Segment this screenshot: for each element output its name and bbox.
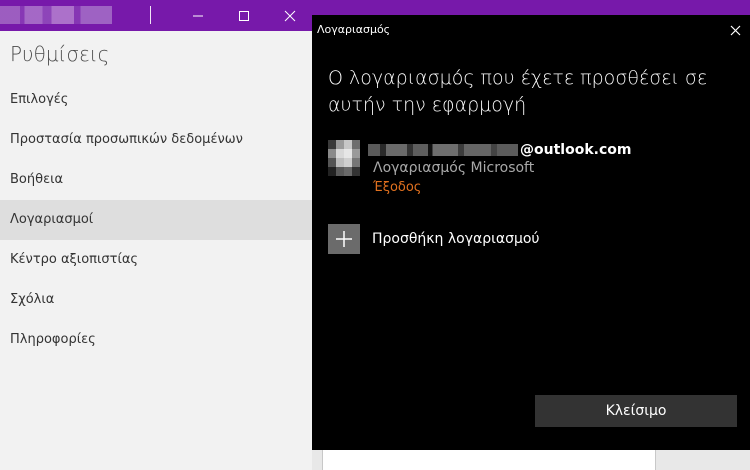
nav-item-trust-center[interactable]: Κέντρο αξιοπιστίας <box>0 240 312 280</box>
background-app-titlebar <box>312 0 750 16</box>
settings-pane: Ρυθμίσεις Επιλογές Προστασία προσωπικών … <box>0 0 312 470</box>
dialog-heading: Ο λογαριασμός που έχετε προσθέσει σε αυτ… <box>328 67 708 116</box>
close-button[interactable]: Κλείσιμο <box>535 395 737 427</box>
avatar <box>328 140 360 176</box>
dialog-header: Λογαριασμός <box>312 15 750 45</box>
titlebar-separator <box>150 6 151 24</box>
nav-item-privacy[interactable]: Προστασία προσωπικών δεδομένων <box>0 120 312 160</box>
account-type: Λογαριασμός Microsoft <box>373 160 535 176</box>
maximize-button[interactable] <box>221 0 267 31</box>
dialog-close-button[interactable] <box>720 15 750 45</box>
account-email: @outlook.com <box>368 140 631 160</box>
nav-item-about[interactable]: Πληροφορίες <box>0 320 312 360</box>
email-domain: @outlook.com <box>520 142 632 158</box>
nav-item-accounts[interactable]: Λογαριασμοί <box>0 200 312 240</box>
settings-title: Ρυθμίσεις <box>10 42 110 66</box>
signout-link[interactable]: Έξοδος <box>373 180 421 195</box>
close-icon <box>284 10 296 21</box>
plus-icon-box <box>328 224 360 254</box>
nav-item-options[interactable]: Επιλογές <box>0 80 312 120</box>
window-title-redacted <box>0 6 112 24</box>
window-close-button[interactable] <box>267 0 313 31</box>
nav-item-help[interactable]: Βοήθεια <box>0 160 312 200</box>
account-entry: @outlook.com Λογαριασμός Microsoft Έξοδο… <box>328 140 738 200</box>
settings-nav: Επιλογές Προστασία προσωπικών δεδομένων … <box>0 80 312 360</box>
minimize-icon <box>193 15 203 16</box>
minimize-button[interactable] <box>175 0 221 31</box>
close-icon <box>730 25 740 35</box>
background-app-page <box>322 450 656 470</box>
nav-item-feedback[interactable]: Σχόλια <box>0 280 312 320</box>
window-titlebar <box>0 0 312 31</box>
account-dialog: Λογαριασμός Ο λογαριασμός που έχετε προσ… <box>312 15 750 450</box>
add-account-label: Προσθήκη λογαριασμού <box>372 231 540 247</box>
add-account-button[interactable]: Προσθήκη λογαριασμού <box>328 224 540 254</box>
plus-icon <box>336 231 352 247</box>
maximize-icon <box>239 10 249 21</box>
dialog-title: Λογαριασμός <box>317 23 391 36</box>
email-redacted <box>368 144 518 156</box>
